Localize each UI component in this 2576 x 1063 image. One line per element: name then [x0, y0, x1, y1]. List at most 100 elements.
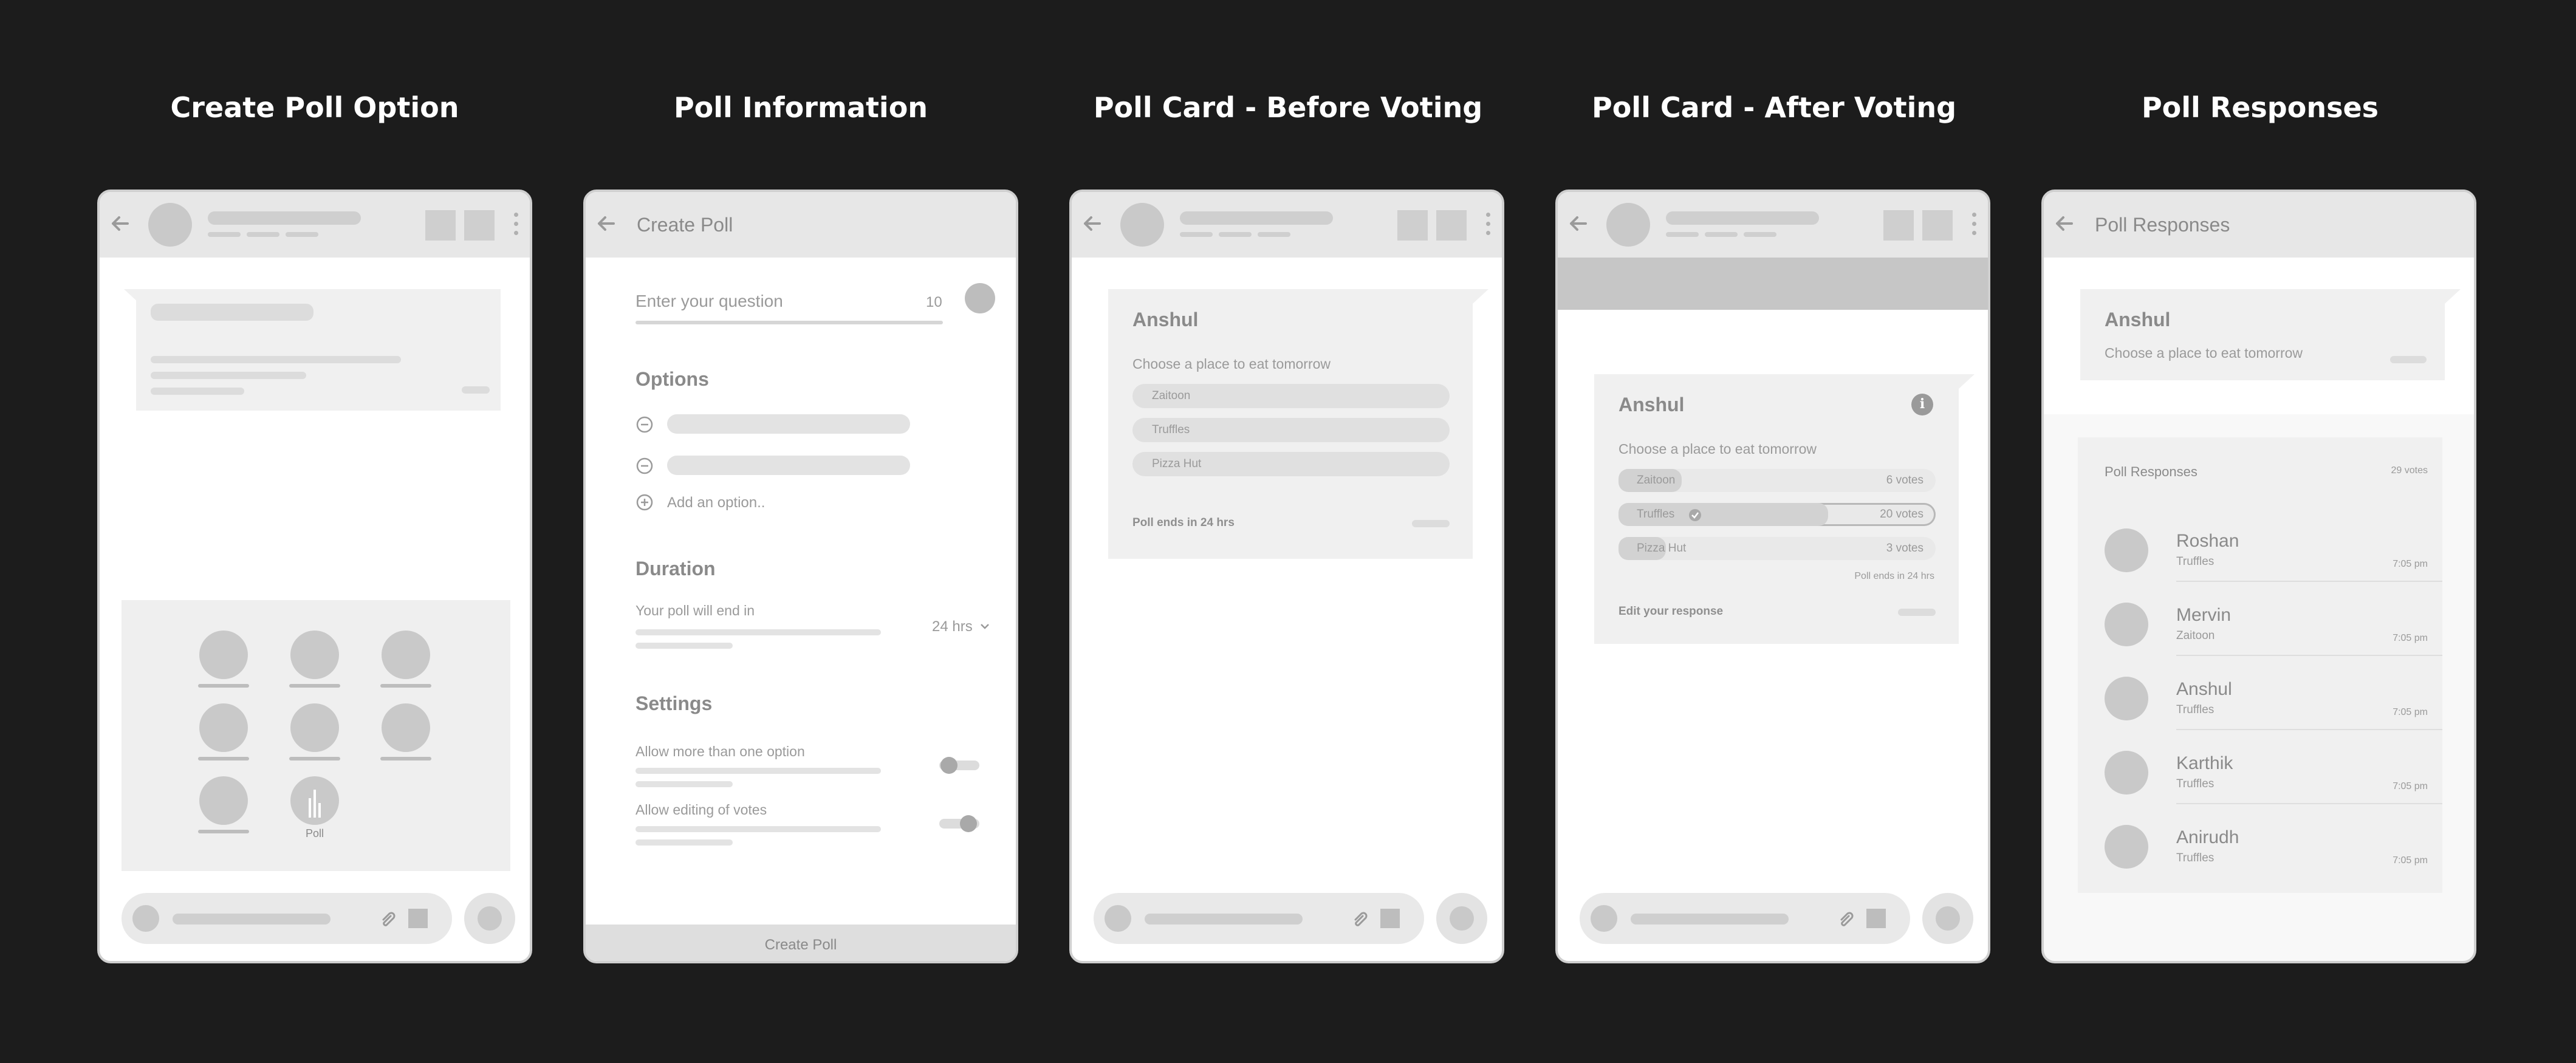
total-votes: 29 votes [2391, 465, 2428, 476]
poll-result-option[interactable]: Zaitoon 6 votes [1619, 469, 1936, 492]
paperclip-icon[interactable] [1350, 909, 1371, 929]
options-heading: Options [635, 368, 709, 390]
video-call-icon[interactable] [425, 210, 456, 241]
question-input[interactable]: Enter your question [635, 292, 783, 311]
poll-attachment-button[interactable] [290, 776, 339, 825]
poll-option[interactable]: Truffles [1132, 418, 1450, 442]
back-arrow-icon[interactable] [2050, 209, 2079, 238]
poll-option[interactable]: Pizza Hut [1132, 452, 1450, 476]
attachment-option-label [198, 830, 249, 833]
camera-icon[interactable] [408, 909, 428, 928]
avatar[interactable] [1120, 203, 1164, 247]
emoji-icon[interactable] [1105, 905, 1131, 932]
add-option-button[interactable]: Add an option.. [667, 494, 765, 511]
more-menu-icon[interactable] [514, 213, 519, 240]
attachment-option-icon[interactable] [382, 703, 430, 752]
back-arrow-icon[interactable] [106, 209, 135, 238]
attachment-option-icon[interactable] [199, 631, 248, 679]
attachment-option-icon[interactable] [199, 776, 248, 825]
send-button[interactable] [1922, 893, 1973, 944]
respondent-choice: Truffles [2176, 555, 2215, 568]
contact-name-placeholder [1180, 211, 1333, 225]
chat-header [1558, 192, 1988, 258]
attachment-option-icon[interactable] [382, 631, 430, 679]
voice-call-icon[interactable] [1436, 210, 1467, 241]
message-input[interactable] [1094, 893, 1424, 944]
avatar [2105, 751, 2148, 795]
emoji-icon[interactable] [132, 905, 159, 932]
poll-option[interactable]: Zaitoon [1132, 384, 1450, 408]
remove-option-icon[interactable] [635, 415, 654, 434]
attach-image-icon[interactable] [965, 283, 995, 313]
chevron-down-icon[interactable] [979, 622, 990, 631]
message-input[interactable] [122, 893, 452, 944]
duration-dropdown[interactable]: 24 hrs [932, 618, 973, 635]
poll-ends-text: Poll ends in 24 hrs [1854, 571, 1934, 581]
response-row[interactable]: Karthik Truffles 7:05 pm [2078, 745, 2442, 819]
voice-call-icon[interactable] [464, 210, 495, 241]
status-placeholder [1180, 232, 1213, 237]
paperclip-icon[interactable] [378, 909, 399, 929]
more-menu-icon[interactable] [1972, 213, 1977, 240]
response-row[interactable]: Anirudh Truffles 7:05 pm [2078, 819, 2442, 893]
avatar[interactable] [148, 203, 192, 247]
respondent-name: Karthik [2176, 753, 2233, 773]
back-arrow-icon[interactable] [1078, 209, 1107, 238]
poll-result-option[interactable]: Pizza Hut 3 votes [1619, 537, 1936, 560]
response-row[interactable]: Anshul Truffles 7:05 pm [2078, 671, 2442, 745]
message-bubble-tail [1473, 289, 1488, 304]
create-poll-button[interactable]: Create Poll [586, 925, 1016, 961]
remove-option-icon[interactable] [635, 457, 654, 475]
send-button[interactable] [464, 893, 515, 944]
add-option-icon[interactable] [635, 493, 654, 511]
back-arrow-icon[interactable] [592, 209, 621, 238]
camera-icon[interactable] [1380, 909, 1400, 928]
edit-votes-toggle[interactable] [939, 815, 979, 832]
video-call-icon[interactable] [1397, 210, 1428, 241]
respondent-name: Anshul [2176, 679, 2232, 699]
send-button[interactable] [1436, 893, 1487, 944]
camera-icon[interactable] [1866, 909, 1886, 928]
video-call-icon[interactable] [1883, 210, 1914, 241]
voice-call-icon[interactable] [1922, 210, 1953, 241]
avatar[interactable] [1606, 203, 1650, 247]
phone-poll-after-voting: Anshul i Choose a place to eat tomorrow … [1555, 190, 1990, 963]
attachment-option-label [380, 757, 431, 761]
poll-question: Choose a place to eat tomorrow [1132, 356, 1331, 372]
multiple-options-toggle[interactable] [939, 757, 979, 774]
page-title: Create Poll [637, 214, 733, 236]
column-title-poll-information: Poll Information [673, 91, 928, 124]
row-divider [2176, 581, 2442, 582]
option-input[interactable] [667, 414, 910, 434]
timestamp-placeholder [1412, 520, 1450, 527]
attachment-option-icon[interactable] [290, 631, 339, 679]
option-input[interactable] [667, 456, 910, 475]
edit-response-link[interactable]: Edit your response [1619, 605, 1723, 618]
duration-hint-placeholder [635, 643, 733, 649]
message-line-placeholder [151, 372, 306, 379]
attachment-option-icon[interactable] [290, 703, 339, 752]
emoji-icon[interactable] [1591, 905, 1617, 932]
attachment-option-label [380, 684, 431, 688]
message-bubble-tail [2445, 289, 2461, 304]
result-vote-count: 6 votes [1886, 474, 1923, 487]
poll-option-label: Zaitoon [1152, 389, 1191, 402]
mic-icon [1936, 906, 1960, 931]
chat-header [1072, 192, 1502, 258]
poll-result-option-selected[interactable]: Truffles 20 votes [1619, 503, 1936, 526]
back-arrow-icon[interactable] [1564, 209, 1593, 238]
attachment-option-icon[interactable] [199, 703, 248, 752]
attachment-option-label [289, 757, 340, 761]
info-icon[interactable]: i [1911, 394, 1933, 415]
response-row[interactable]: Roshan Truffles 7:05 pm [2078, 522, 2442, 596]
setting-hint-placeholder [635, 839, 733, 846]
more-menu-icon[interactable] [1486, 213, 1491, 240]
column-title-create-poll-option: Create Poll Option [170, 91, 459, 124]
response-row[interactable]: Mervin Zaitoon 7:05 pm [2078, 596, 2442, 671]
message-line-placeholder [151, 356, 401, 363]
poll-chart-icon [309, 790, 321, 818]
paperclip-icon[interactable] [1836, 909, 1857, 929]
setting-hint-placeholder [635, 781, 733, 787]
message-input[interactable] [1580, 893, 1910, 944]
poll-ends-text: Poll ends in 24 hrs [1132, 516, 1235, 529]
